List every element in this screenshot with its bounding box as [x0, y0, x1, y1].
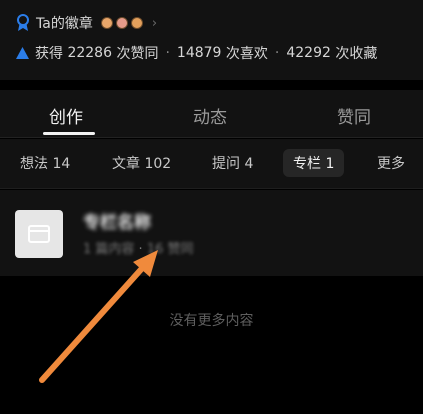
subtab-questions[interactable]: 提问 4: [212, 153, 253, 173]
badge-ribbon-icon: [17, 14, 29, 31]
column-upvote-count: 16 赞同: [146, 242, 194, 257]
separator: ·: [165, 45, 170, 61]
separator: ·: [138, 242, 143, 257]
column-meta: 1 篇内容 · 16 赞同: [83, 238, 194, 257]
stats-row: 获得 22286 次赞同 · 14879 次喜欢 · 42292 次收藏: [16, 42, 377, 64]
column-list-item[interactable]: 专栏名称 1 篇内容 · 16 赞同: [0, 190, 423, 276]
stat-upvote-count: 22286: [67, 45, 112, 61]
column-card-icon: [28, 225, 50, 243]
medal-icon: [100, 17, 113, 29]
tab-creations[interactable]: 创作: [49, 103, 83, 128]
stat-collect-label: 次收藏: [335, 46, 378, 62]
chevron-right-icon: ›: [151, 15, 158, 31]
no-more-content-text: 没有更多内容: [169, 313, 254, 329]
badge-label: Ta的徽章: [36, 16, 93, 32]
badge-row[interactable]: Ta的徽章 ›: [16, 12, 157, 34]
column-post-count: 1 篇内容: [83, 242, 135, 257]
tab-activity[interactable]: 动态: [193, 103, 227, 128]
active-tab-indicator: [43, 132, 95, 135]
subtab-articles[interactable]: 文章 102: [112, 153, 171, 173]
subtab-columns[interactable]: 专栏 1: [283, 149, 345, 177]
column-thumbnail: [15, 210, 63, 258]
subtab-more[interactable]: 更多: [377, 153, 405, 173]
subtab-thoughts[interactable]: 想法 14: [20, 153, 70, 173]
stat-like-label: 次喜欢: [225, 46, 268, 62]
tab-upvoted[interactable]: 赞同: [337, 103, 371, 128]
content-area: 创作 动态 赞同 想法 14 文章 102 提问 4 专栏 1 更多 专栏名称 …: [0, 90, 423, 414]
stats-prefix: 获得: [35, 46, 63, 62]
separator: ·: [274, 45, 280, 61]
stat-upvote-label: 次赞同: [116, 46, 159, 62]
medal-list: [100, 17, 146, 29]
sub-tabs: 想法 14 文章 102 提问 4 专栏 1 更多: [0, 139, 423, 189]
triangle-up-icon: [16, 47, 29, 59]
stat-like-count: 14879: [176, 45, 222, 61]
medal-icon: [130, 17, 143, 29]
stat-collect-count: 42292: [286, 45, 331, 61]
column-title: 专栏名称: [83, 213, 151, 233]
profile-summary: Ta的徽章 › 获得 22286 次赞同 · 14879 次喜欢 · 42292…: [0, 0, 423, 80]
main-tabs: 创作 动态 赞同: [0, 90, 423, 138]
medal-icon: [115, 17, 128, 29]
